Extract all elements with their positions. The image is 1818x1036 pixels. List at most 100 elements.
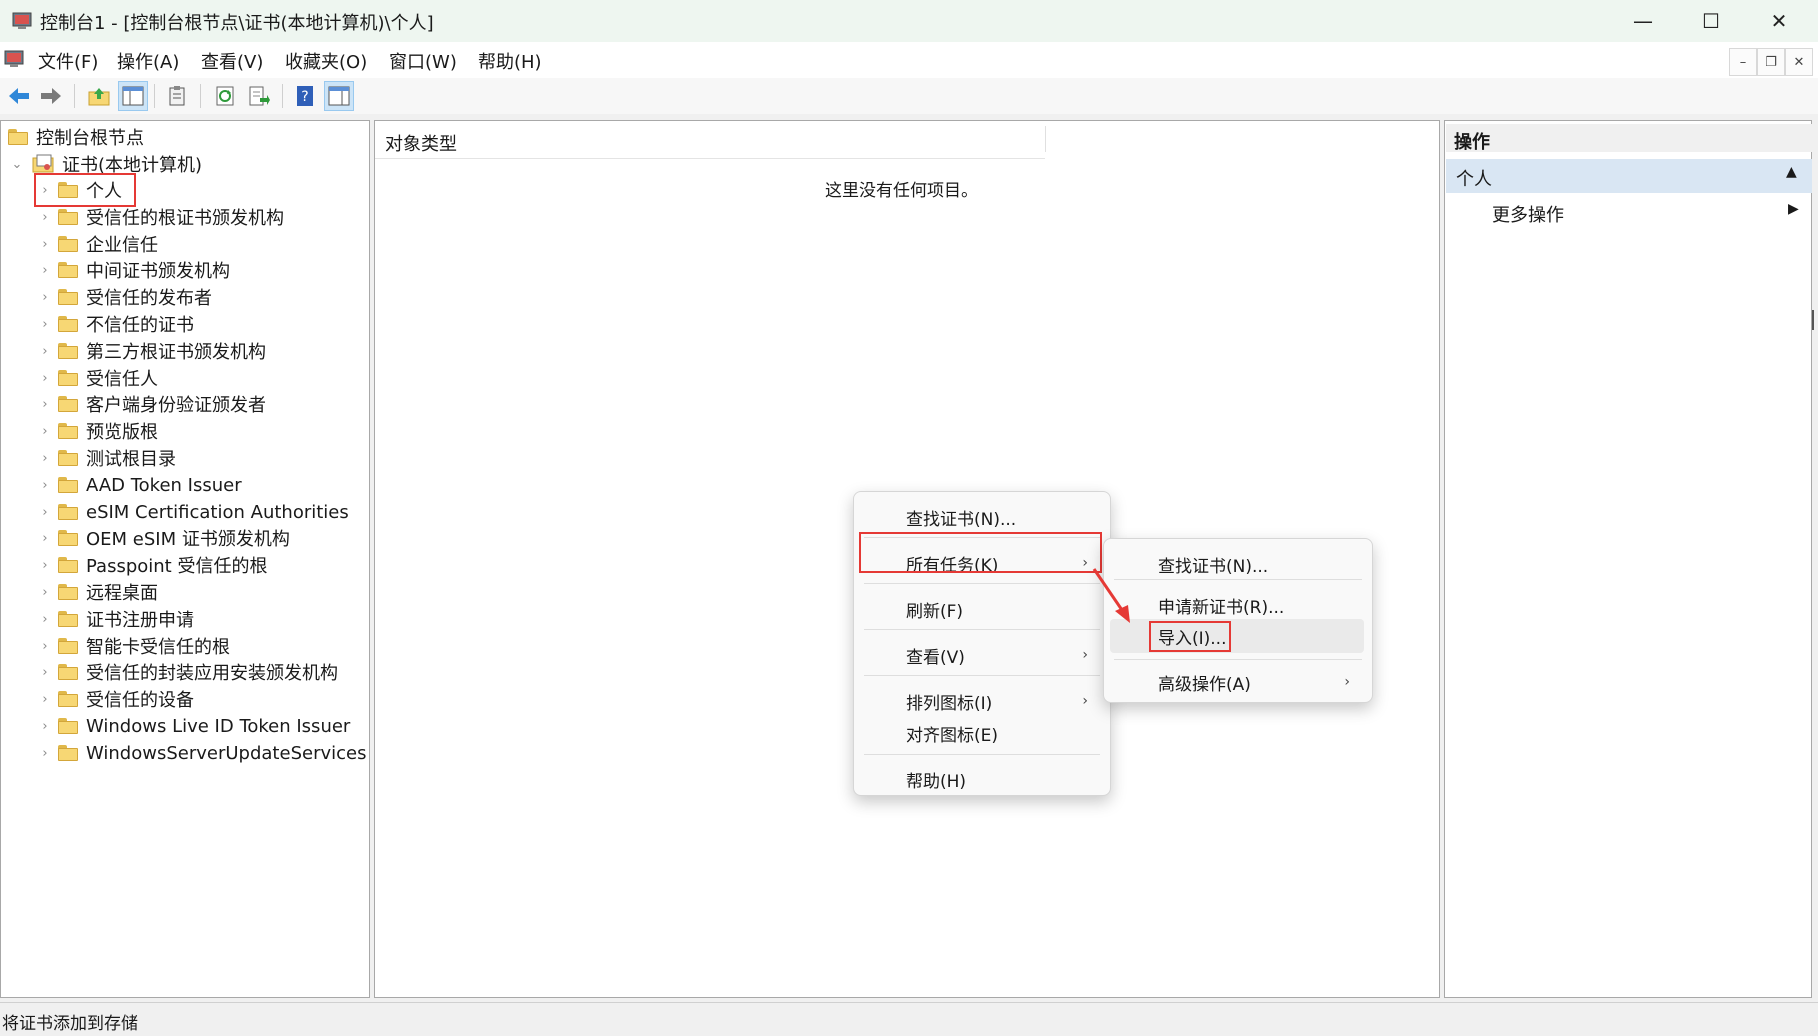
chevron-right-icon[interactable]: › [38, 612, 52, 627]
sub-find-certificates[interactable]: 查找证书(N)... [1104, 547, 1372, 581]
tree-item[interactable]: › 受信任的根证书颁发机构 [38, 204, 284, 230]
show-hide-action-pane-button[interactable] [324, 81, 354, 111]
tree-item[interactable]: › 测试根目录 [38, 445, 176, 471]
ctx-refresh[interactable]: 刷新(F) [854, 592, 1110, 626]
collapse-triangle-icon[interactable]: ▲ [1786, 164, 1797, 180]
clipboard-icon [169, 86, 185, 106]
mdi-restore-button[interactable]: ❐ [1757, 48, 1785, 76]
tree-item[interactable]: › OEM eSIM 证书颁发机构 [38, 525, 289, 551]
chevron-right-icon[interactable]: › [38, 478, 52, 493]
status-text: 将证书添加到存储 [2, 1014, 138, 1034]
help-button[interactable]: ? [290, 81, 320, 111]
tree-item-label: 受信任的发布者 [86, 288, 212, 309]
tree-item[interactable]: › 预览版根 [38, 418, 158, 444]
chevron-right-icon[interactable]: › [38, 639, 52, 654]
export-list-button[interactable] [162, 81, 192, 111]
refresh-button[interactable] [210, 81, 240, 111]
tree-item-label: 受信任的设备 [86, 690, 194, 711]
tree-item[interactable]: › 客户端身份验证颁发者 [38, 391, 266, 417]
tree-item[interactable]: › eSIM Certification Authorities [38, 499, 348, 525]
tree-item[interactable]: › WindowsServerUpdateServices [38, 740, 366, 766]
tree-item-label: Passpoint 受信任的根 [86, 556, 268, 577]
tree-item[interactable]: › 证书注册申请 [38, 606, 194, 632]
up-level-button[interactable] [84, 81, 114, 111]
mdi-close-button[interactable]: ✕ [1785, 48, 1813, 76]
chevron-right-icon[interactable]: › [38, 397, 52, 412]
folder-icon [58, 504, 78, 520]
highlight-box-all-tasks [859, 532, 1102, 573]
tree-item[interactable]: › 受信任的发布者 [38, 284, 212, 310]
chevron-right-icon[interactable]: › [38, 719, 52, 734]
minimize-button[interactable]: — [1604, 0, 1682, 42]
tree-item[interactable]: › 受信任的设备 [38, 686, 194, 712]
export-button[interactable] [244, 81, 274, 111]
tree-item[interactable]: › Passpoint 受信任的根 [38, 552, 267, 578]
chevron-right-icon[interactable]: › [38, 237, 52, 252]
ctx-find-certificates[interactable]: 查找证书(N)... [854, 500, 1110, 534]
tree-item-label: 智能卡受信任的根 [86, 637, 230, 658]
menu-action[interactable]: 操作(A) [117, 48, 179, 74]
chevron-right-icon[interactable]: › [38, 746, 52, 761]
pane-splitter-handle[interactable] [1812, 310, 1818, 330]
tree-item[interactable]: › 企业信任 [38, 231, 158, 257]
tree-item[interactable]: › 第三方根证书颁发机构 [38, 338, 266, 364]
tree-item[interactable]: › 受信任的封装应用安装颁发机构 [38, 659, 338, 685]
sub-request-new-certificate[interactable]: 申请新证书(R)... [1104, 588, 1372, 622]
refresh-icon [216, 86, 234, 106]
ctx-line-up-icons[interactable]: 对齐图标(E) [854, 716, 1110, 750]
menu-favorites[interactable]: 收藏夹(O) [285, 48, 367, 74]
show-hide-tree-button[interactable] [118, 81, 148, 111]
chevron-right-icon[interactable]: › [38, 558, 52, 573]
tree-item[interactable]: › 远程桌面 [38, 579, 158, 605]
tree-root[interactable]: 控制台根节点 [8, 124, 144, 150]
maximize-button[interactable]: ☐ [1672, 0, 1750, 42]
chevron-right-icon[interactable]: › [38, 371, 52, 386]
tree-item[interactable]: › 不信任的证书 [38, 311, 194, 337]
chevron-right-icon[interactable]: › [38, 290, 52, 305]
more-actions-item[interactable]: 更多操作 ▶ [1446, 197, 1812, 227]
tree-root-label: 控制台根节点 [36, 128, 144, 149]
close-button[interactable]: ✕ [1740, 0, 1818, 42]
mdi-minimize-button[interactable]: – [1729, 48, 1757, 76]
chevron-right-icon[interactable]: › [38, 692, 52, 707]
sub-advanced-operations[interactable]: 高级操作(A) › [1104, 665, 1372, 699]
chevron-right-icon[interactable]: › [38, 585, 52, 600]
menu-view[interactable]: 查看(V) [201, 48, 263, 74]
back-button[interactable] [4, 81, 34, 111]
chevron-right-icon[interactable]: › [38, 665, 52, 680]
chevron-down-icon[interactable]: ⌄ [10, 157, 24, 172]
tree-item[interactable]: › AAD Token Issuer [38, 472, 241, 498]
tree-item[interactable]: › 智能卡受信任的根 [38, 633, 230, 659]
menu-window[interactable]: 窗口(W) [389, 48, 457, 74]
tree-item[interactable]: › 中间证书颁发机构 [38, 257, 230, 283]
action-section-personal[interactable]: 个人 ▲ [1446, 159, 1812, 193]
chevron-right-icon[interactable]: › [38, 451, 52, 466]
forward-button[interactable] [36, 81, 66, 111]
chevron-right-icon[interactable]: › [38, 505, 52, 520]
folder-icon [58, 236, 78, 252]
chevron-right-icon[interactable]: › [38, 210, 52, 225]
chevron-right-icon[interactable]: › [38, 344, 52, 359]
toolbar-separator [282, 84, 283, 108]
toolbar-separator [74, 84, 75, 108]
tree-item[interactable]: › 受信任人 [38, 365, 158, 391]
tree-item[interactable]: › Windows Live ID Token Issuer [38, 713, 350, 739]
chevron-right-icon[interactable]: › [38, 263, 52, 278]
folder-icon [58, 450, 78, 466]
menu-file[interactable]: 文件(F) [38, 48, 98, 74]
folder-icon [58, 477, 78, 493]
folder-up-icon [88, 88, 110, 106]
folder-icon [58, 396, 78, 412]
column-divider[interactable] [1045, 126, 1046, 152]
menu-help[interactable]: 帮助(H) [478, 48, 542, 74]
chevron-right-icon[interactable]: › [38, 424, 52, 439]
chevron-right-icon[interactable]: › [38, 531, 52, 546]
ctx-help[interactable]: 帮助(H) [854, 762, 1110, 796]
toolbar-separator [200, 84, 201, 108]
chevron-right-icon[interactable]: › [38, 317, 52, 332]
column-header-object-type[interactable]: 对象类型 [385, 130, 457, 156]
console-icon[interactable] [2, 47, 26, 71]
ctx-arrange-icons[interactable]: 排列图标(I) › [854, 684, 1110, 718]
ctx-view[interactable]: 查看(V) › [854, 638, 1110, 672]
chevron-right-icon: › [1344, 674, 1350, 690]
